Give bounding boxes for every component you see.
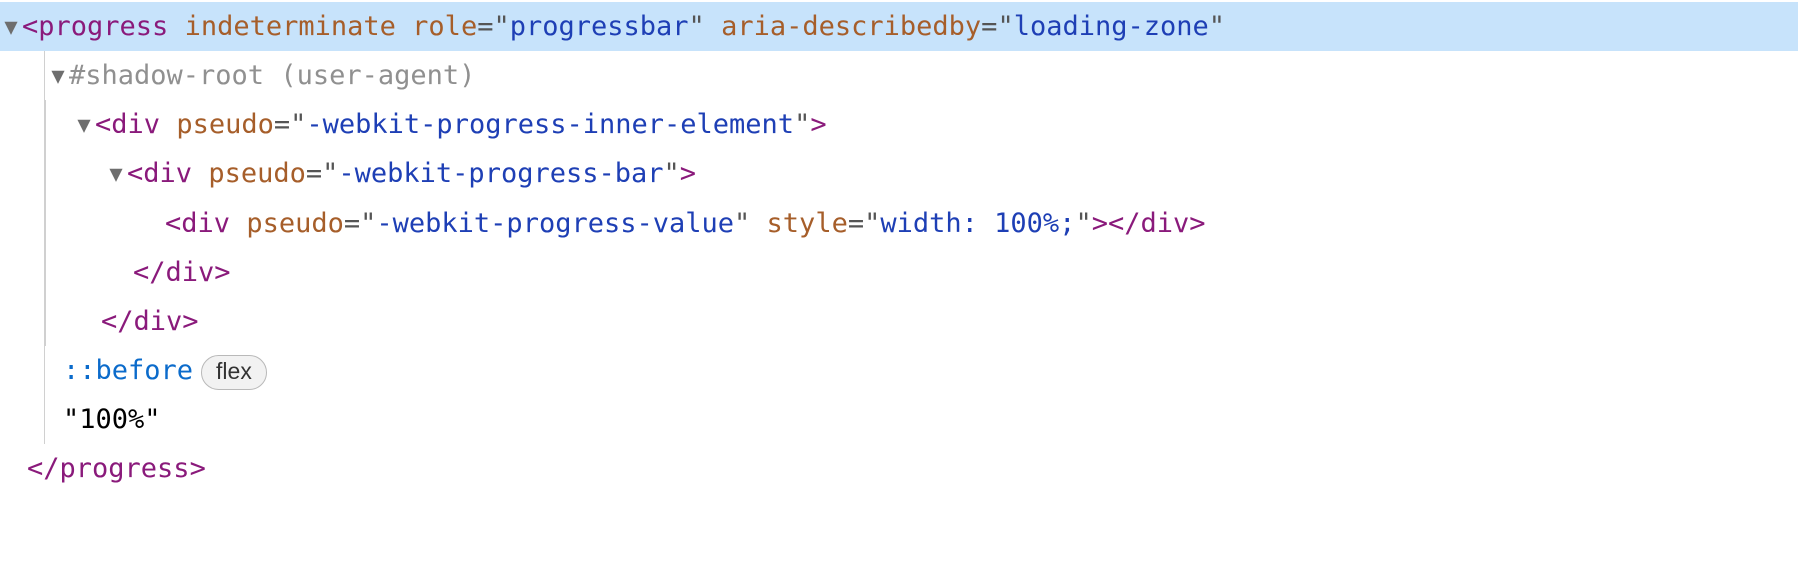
attr-aria-value: loading-zone <box>1014 11 1209 42</box>
chevron-down-icon[interactable]: ▼ <box>105 155 127 195</box>
close-tag-bar[interactable]: </div> <box>45 248 1798 297</box>
element-node-progress[interactable]: ▼<progress indeterminate role="progressb… <box>0 2 1798 51</box>
tag-name: div <box>111 109 160 140</box>
tag-name: div <box>143 158 192 189</box>
attr-pseudo-name: pseudo <box>176 109 274 140</box>
element-node-value[interactable]: <div pseudo="-webkit-progress-value" sty… <box>45 199 1798 248</box>
text-node[interactable]: "100%" <box>45 395 1798 444</box>
tag-name: div <box>181 208 230 239</box>
flex-badge[interactable]: flex <box>201 355 267 390</box>
chevron-down-icon[interactable]: ▼ <box>47 57 69 97</box>
attr-pseudo-value: -webkit-progress-value <box>376 208 734 239</box>
chevron-down-icon[interactable]: ▼ <box>0 8 22 48</box>
dom-tree: ▼<progress indeterminate role="progressb… <box>0 0 1798 497</box>
shadow-root-label: #shadow-root (user-agent) <box>69 60 475 91</box>
attr-role-name: role <box>412 11 477 42</box>
attr-style-name: style <box>767 208 848 239</box>
attr-pseudo-name: pseudo <box>246 208 344 239</box>
chevron-down-icon[interactable]: ▼ <box>73 106 95 146</box>
tag-name: progress <box>38 11 168 42</box>
attr-role-value: progressbar <box>510 11 689 42</box>
pseudo-before-label: ::before <box>63 355 193 386</box>
attr-style-value: width: 100%; <box>880 208 1075 239</box>
element-node-bar[interactable]: ▼<div pseudo="-webkit-progress-bar"> <box>45 149 1798 198</box>
shadow-root-node[interactable]: ▼#shadow-root (user-agent) <box>45 51 1798 100</box>
angle-open: < <box>22 11 38 42</box>
pseudo-element-before[interactable]: ::before flex <box>45 346 1798 395</box>
attr-indeterminate: indeterminate <box>185 11 396 42</box>
attr-pseudo-value: -webkit-progress-inner-element <box>306 109 794 140</box>
attr-aria-name: aria-describedby <box>721 11 981 42</box>
text-node-value: "100%" <box>63 404 161 435</box>
close-tag-progress[interactable]: </progress> <box>0 444 1798 493</box>
element-node-inner[interactable]: ▼<div pseudo="-webkit-progress-inner-ele… <box>45 100 1798 149</box>
close-tag-inner[interactable]: </div> <box>45 297 1798 346</box>
attr-pseudo-value: -webkit-progress-bar <box>338 158 663 189</box>
attr-pseudo-name: pseudo <box>208 158 306 189</box>
